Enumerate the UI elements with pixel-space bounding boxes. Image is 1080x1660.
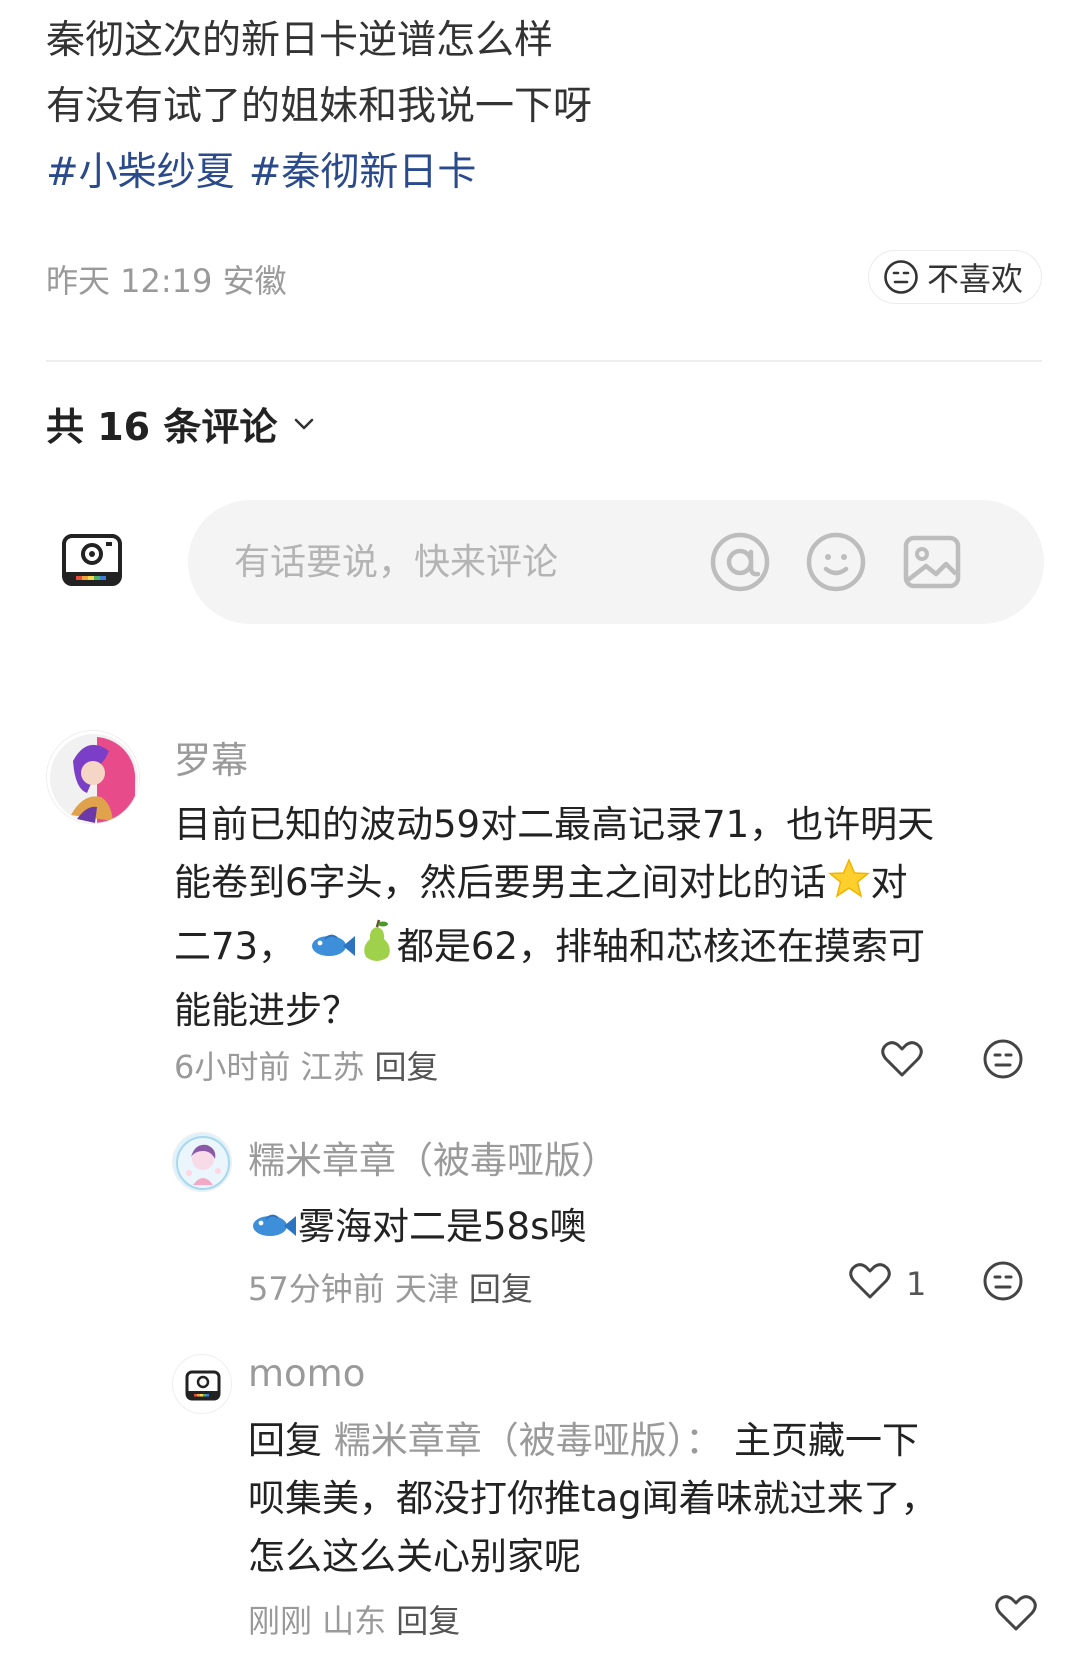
like-button[interactable] bbox=[880, 1038, 924, 1086]
at-icon[interactable] bbox=[708, 530, 772, 594]
reply-item: momo 回复 糯米章章（被毒哑版）： 主页藏一下 呗集美，都没打你推tag闻着… bbox=[0, 1342, 1080, 1660]
post-meta-row: 昨天 12:19 安徽 不喜欢 bbox=[46, 248, 1042, 304]
tag-link-2[interactable]: #秦彻新日卡 bbox=[249, 150, 477, 195]
comment-input[interactable] bbox=[234, 532, 714, 592]
heart-icon bbox=[880, 1038, 924, 1086]
star-emoji bbox=[827, 857, 871, 918]
image-icon[interactable] bbox=[900, 530, 964, 594]
comment-composer bbox=[60, 500, 1044, 624]
pear-emoji bbox=[357, 919, 397, 982]
comment-text-line: 能卷到6字头，然后要男主之间对比的话对 bbox=[174, 854, 1054, 918]
dislike-label: 不喜欢 bbox=[926, 260, 1023, 298]
post-tags: #小柴纱夏 #秦彻新日卡 bbox=[46, 140, 1036, 206]
fish-emoji bbox=[307, 924, 357, 982]
comment-text-line: 呗集美，都没打你推tag闻着味就过来了， bbox=[248, 1477, 938, 1520]
like-count: 1 bbox=[906, 1265, 927, 1303]
avatar[interactable] bbox=[46, 730, 140, 824]
comment-author[interactable]: momo bbox=[248, 1352, 365, 1395]
camera-avatar-icon[interactable] bbox=[60, 532, 124, 592]
comment-meta: 57分钟前 天津 回复 bbox=[248, 1270, 533, 1308]
comment-meta: 刚刚 山东 回复 bbox=[248, 1602, 461, 1640]
comment-author[interactable]: 罗幕 bbox=[174, 730, 248, 784]
divider bbox=[46, 360, 1042, 362]
dislike-face-icon bbox=[883, 259, 919, 295]
emoji-icon[interactable] bbox=[804, 530, 868, 594]
post-time-location: 昨天 12:19 安徽 bbox=[46, 262, 287, 300]
comment-body: 回复 糯米章章（被毒哑版）： 主页藏一下 呗集美，都没打你推tag闻着味就过来了… bbox=[248, 1412, 1048, 1586]
comments-count-toggle[interactable]: 共 16 条评论 bbox=[46, 396, 317, 451]
reply-target-name[interactable]: 糯米章章（被毒哑版）： bbox=[334, 1419, 723, 1462]
reply-button[interactable]: 回复 bbox=[375, 1048, 439, 1086]
tag-link-1[interactable]: #小柴纱夏 bbox=[46, 150, 235, 195]
comments-count: 共 16 条评论 bbox=[46, 405, 278, 449]
dislike-button[interactable]: 不喜欢 bbox=[867, 250, 1042, 304]
comment-text-line: 回复 糯米章章（被毒哑版）： 主页藏一下 bbox=[248, 1419, 920, 1462]
heart-icon bbox=[994, 1592, 1038, 1640]
comment-body: 雾海对二是58s噢 bbox=[248, 1198, 1048, 1262]
reply-button[interactable]: 回复 bbox=[469, 1270, 533, 1308]
comment-text-line: 怎么这么关心别家呢 bbox=[248, 1535, 581, 1578]
post-line-2: 有没有试了的姐妹和我说一下呀 bbox=[46, 84, 593, 129]
reply-button[interactable]: 回复 bbox=[396, 1602, 460, 1640]
post-line-1: 秦彻这次的新日卡逆谱怎么样 bbox=[46, 18, 554, 63]
comment-text-line: 二73， 都是62，排轴和芯核还在摸索可 bbox=[174, 918, 1054, 982]
like-button[interactable] bbox=[994, 1592, 1038, 1640]
heart-icon bbox=[848, 1260, 892, 1308]
fish-emoji bbox=[248, 1204, 298, 1262]
chevron-down-icon bbox=[291, 402, 317, 446]
dislike-face-icon[interactable] bbox=[982, 1260, 1024, 1306]
avatar[interactable] bbox=[172, 1132, 232, 1192]
dislike-face-icon[interactable] bbox=[982, 1038, 1024, 1084]
comment-author[interactable]: 糯米章章（被毒哑版） bbox=[248, 1130, 618, 1184]
comment-text-line: 目前已知的波动59对二最高记录71，也许明天 bbox=[174, 803, 935, 846]
post-content: 秦彻这次的新日卡逆谱怎么样 有没有试了的姐妹和我说一下呀 #小柴纱夏 #秦彻新日卡 bbox=[46, 8, 1036, 206]
comment-item: 罗幕 目前已知的波动59对二最高记录71，也许明天 能卷到6字头，然后要男主之间… bbox=[0, 720, 1080, 1086]
comment-body: 目前已知的波动59对二最高记录71，也许明天 能卷到6字头，然后要男主之间对比的… bbox=[174, 796, 1054, 1040]
camera-avatar-icon[interactable] bbox=[172, 1354, 232, 1414]
comment-text-line: 能能进步？ bbox=[174, 989, 359, 1032]
like-button[interactable]: 1 bbox=[848, 1260, 926, 1308]
reply-item: 糯米章章（被毒哑版） 雾海对二是58s噢 57分钟前 天津 回复 1 bbox=[0, 1120, 1080, 1320]
comment-input-box[interactable] bbox=[188, 500, 1044, 624]
comment-meta: 6小时前 江苏 回复 bbox=[174, 1048, 439, 1086]
